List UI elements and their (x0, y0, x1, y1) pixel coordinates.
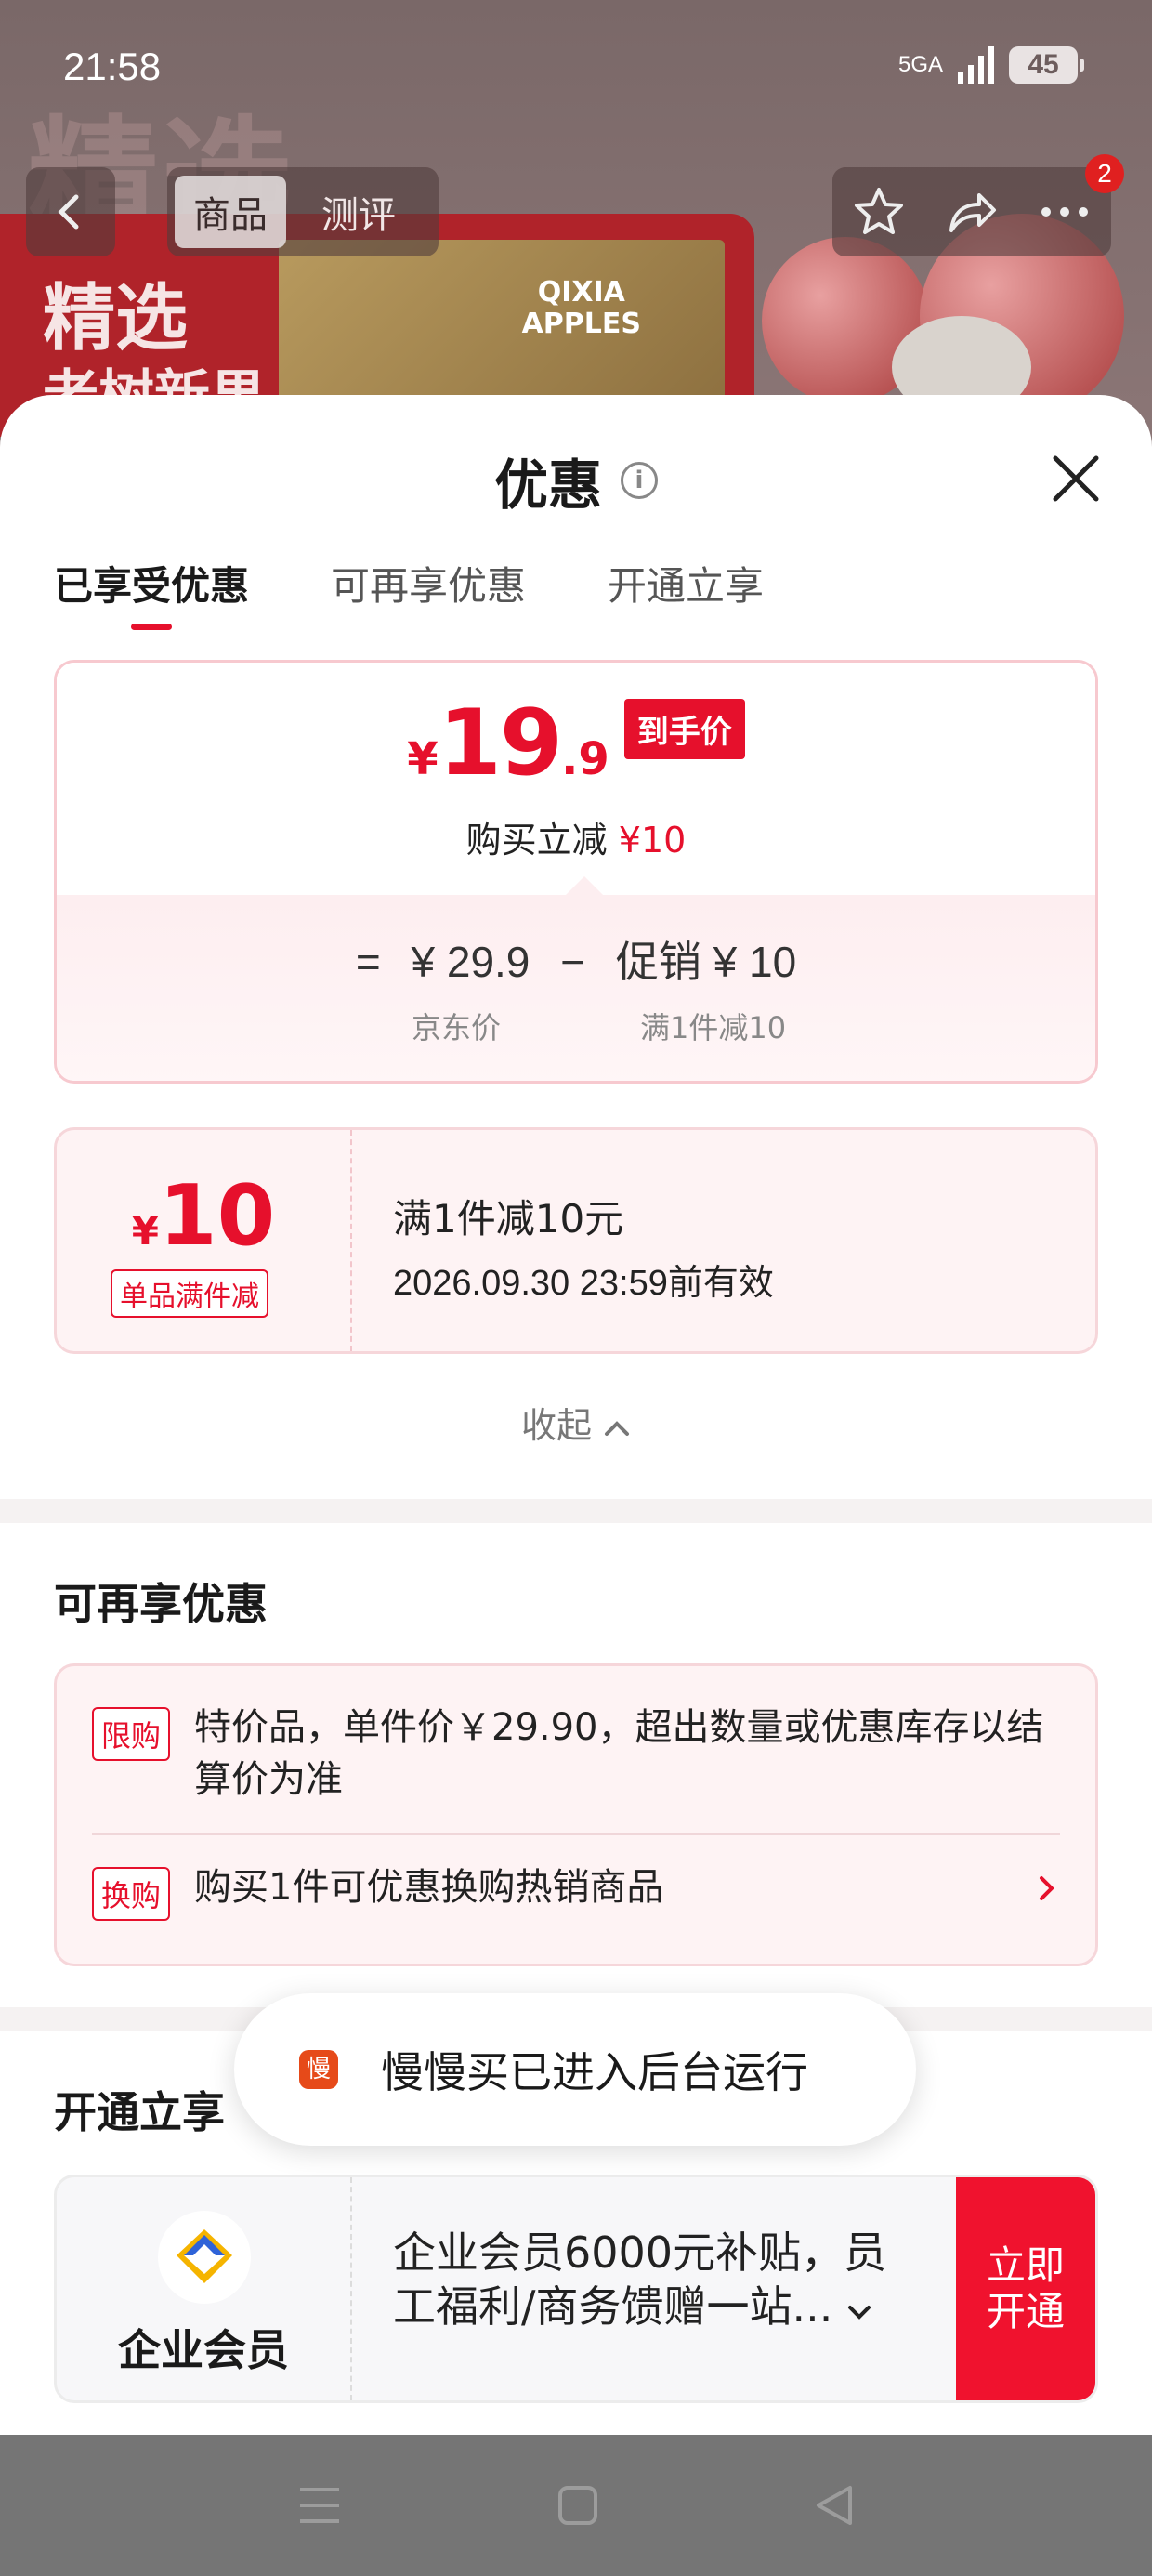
more-discounts-title: 可再享优惠 (54, 1579, 268, 1629)
tab-open-now[interactable]: 开通立享 (608, 555, 764, 630)
open-vip-button[interactable]: 立即开通 (956, 2177, 1095, 2400)
box-logo-text: QIXIA APPLES (521, 276, 641, 340)
battery-icon: 45 (1009, 46, 1084, 84)
price-breakdown: = ¥ 29.9 − 促销 ¥ 10 京东价 满1件减10 (57, 876, 1095, 1081)
final-price: ¥19.9 到手价 (57, 690, 1095, 796)
exchange-tag: 换购 (92, 1867, 171, 1921)
chevron-left-icon (58, 194, 79, 230)
system-nav-bar (0, 2435, 1152, 2576)
original-price-label: 京东价 (412, 1010, 502, 1045)
banner-line-1: 精选 (43, 277, 189, 361)
background-running-toast: 慢 慢慢买已进入后台运行 (234, 1993, 916, 2146)
collapse-label: 收起 (520, 1405, 592, 1446)
back-button[interactable] (26, 167, 115, 256)
reduce-line: 购买立减 ¥10 (57, 811, 1095, 862)
more-discounts-card: 限购 特价品，单件价￥29.90，超出数量或优惠库存以结算价为准 换购 购买1件… (54, 1663, 1098, 1966)
reduce-label: 购买立减 (465, 820, 608, 861)
app-icon: 慢 (299, 2050, 338, 2089)
home-icon[interactable] (556, 2484, 599, 2527)
tab-more-discounts[interactable]: 可再享优惠 (331, 555, 526, 630)
top-actions (832, 167, 1111, 256)
discount-tabs: 已享受优惠 可再享优惠 开通立享 (54, 555, 764, 630)
chevron-up-icon (605, 1421, 630, 1436)
minus-sign: − (560, 938, 586, 986)
back-icon[interactable] (813, 2484, 856, 2527)
price-decimal: .9 (561, 733, 609, 785)
promo-label: 满1件减10 (640, 1010, 787, 1045)
row-divider (92, 1833, 1060, 1835)
vip-left: 企业会员 (57, 2177, 352, 2400)
open-now-title: 开通立享 (54, 2087, 225, 2137)
final-price-card: ¥19.9 到手价 购买立减 ¥10 = ¥ 29.9 − 促销 ¥ 10 京东价… (54, 660, 1098, 1084)
coupon-currency: ¥ (131, 1208, 159, 1254)
notification-badge: 2 (1085, 154, 1124, 193)
list-item-exchange[interactable]: 换购 购买1件可优惠换购热销商品 (92, 1861, 1060, 1921)
network-label: 5GA (897, 52, 943, 77)
notch-arrow (566, 876, 603, 895)
vip-name: 企业会员 (118, 2325, 289, 2375)
coupon-type-tag: 单品满件减 (111, 1269, 268, 1318)
coupon-amount-area: ¥10 单品满件减 (57, 1130, 352, 1351)
menu-icon[interactable] (296, 2484, 343, 2527)
reduce-amount: ¥10 (618, 820, 687, 861)
share-icon[interactable] (944, 184, 1000, 240)
collapse-button[interactable]: 收起 (0, 1397, 1152, 1448)
star-icon[interactable] (851, 184, 907, 240)
coupon-value: 10 (158, 1167, 276, 1265)
coupon-amount: ¥10 (57, 1167, 350, 1265)
coupon-card: ¥10 单品满件减 满1件减10元 2026.09.30 23:59前有效 (54, 1127, 1098, 1354)
equals-sign: = (355, 938, 381, 986)
original-price: ¥ 29.9 (411, 938, 530, 986)
tab-review[interactable]: 测评 (303, 176, 414, 248)
price-top: ¥19.9 到手价 购买立减 ¥10 (57, 663, 1095, 895)
top-tabs: 商品 测评 (167, 167, 439, 256)
chevron-right-icon (1040, 1876, 1054, 1900)
final-price-tag: 到手价 (623, 699, 745, 759)
price-currency: ¥ (407, 733, 439, 785)
info-icon[interactable]: i (621, 462, 658, 499)
promo-amount: 促销 ¥ 10 (615, 938, 797, 986)
coupon-validity: 2026.09.30 23:59前有效 (393, 1264, 774, 1303)
limit-tag: 限购 (92, 1707, 171, 1761)
price-integer: 19 (438, 690, 563, 796)
coupon-title: 满1件减10元 (393, 1196, 624, 1242)
status-time: 21:58 (63, 45, 162, 88)
sheet-title-text: 优惠 (493, 453, 602, 517)
list-item-text: 购买1件可优惠换购热销商品 (194, 1866, 664, 1909)
tab-enjoyed[interactable]: 已享受优惠 (54, 555, 249, 630)
list-item-text: 特价品，单件价￥29.90，超出数量或优惠库存以结算价为准 (194, 1706, 1044, 1801)
sheet-title: 优惠 i (0, 441, 1152, 519)
price-formula: = ¥ 29.9 − 促销 ¥ 10 (57, 928, 1095, 990)
signal-icon (958, 46, 994, 84)
section-divider (0, 1499, 1152, 1523)
vip-card: 企业会员 企业会员6000元补贴，员工福利/商务馈赠一站... 立即开通 (54, 2175, 1098, 2403)
coupon-details: 满1件减10元 2026.09.30 23:59前有效 (393, 1188, 774, 1305)
chevron-down-icon (848, 2306, 871, 2320)
vip-logo-icon (158, 2211, 251, 2304)
close-icon[interactable] (1048, 451, 1104, 506)
status-right: 5GA 45 (897, 46, 1084, 84)
more-icon[interactable] (1037, 203, 1093, 221)
tab-product[interactable]: 商品 (175, 176, 286, 248)
vip-description[interactable]: 企业会员6000元补贴，员工福利/商务馈赠一站... (393, 2226, 913, 2333)
vip-description-text: 企业会员6000元补贴，员工福利/商务馈赠一站... (393, 2228, 887, 2332)
toast-text: 慢慢买已进入后台运行 (381, 2047, 808, 2097)
